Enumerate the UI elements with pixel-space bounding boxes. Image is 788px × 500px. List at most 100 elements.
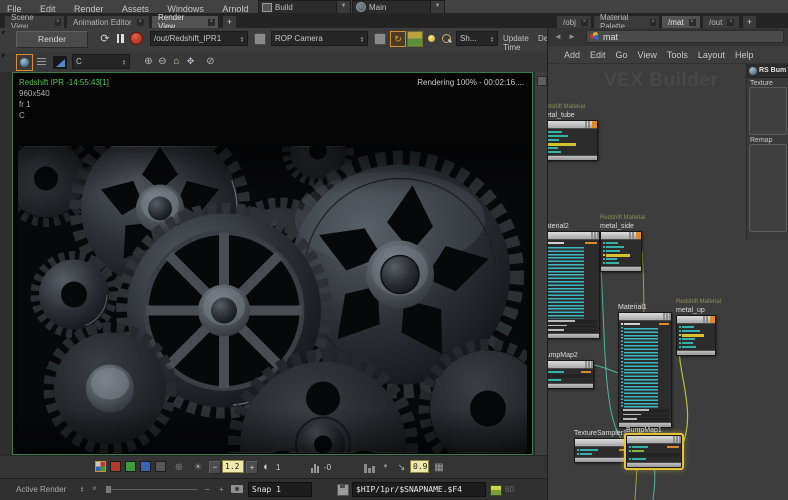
tab-scene-view[interactable]: Scene View×: [4, 15, 65, 28]
close-tab-icon[interactable]: ×: [137, 19, 144, 26]
pause-button[interactable]: [115, 33, 125, 44]
camera-jump-icon[interactable]: [373, 32, 386, 45]
zoom-in-snapshot-button[interactable]: +: [219, 485, 224, 494]
progress-slider[interactable]: [106, 489, 198, 490]
netmenu-go[interactable]: Go: [616, 50, 628, 60]
contrast-icon[interactable]: ◐: [260, 460, 273, 474]
channel-green-button[interactable]: [125, 461, 136, 472]
netmenu-help[interactable]: Help: [735, 50, 754, 60]
param-group-texture[interactable]: [749, 87, 787, 135]
gamma-field[interactable]: 0.9: [410, 460, 429, 473]
snapshot-path-field[interactable]: $HIP/1pr/$SNAPNAME.$F4: [352, 482, 486, 497]
channel-red-button[interactable]: [110, 461, 121, 472]
exposure-minus-button[interactable]: −: [209, 461, 221, 474]
channel-list-icon[interactable]: [35, 55, 49, 68]
channel-rgba-button[interactable]: [95, 461, 106, 472]
netmenu-edit[interactable]: Edit: [590, 50, 606, 60]
region-zoom-icon[interactable]: [440, 32, 452, 45]
node-header[interactable]: [548, 361, 593, 369]
snapshot-name-field[interactable]: Snap 1: [248, 482, 312, 497]
refresh-icon[interactable]: ⟳: [98, 31, 112, 46]
split-view-icon[interactable]: [52, 55, 68, 70]
node-header[interactable]: [627, 436, 681, 444]
desktop-select[interactable]: Build: [258, 0, 344, 14]
zoom-out-icon[interactable]: ⊖: [156, 54, 169, 69]
shading-mode-selector[interactable]: Sh... ▲▼: [456, 31, 498, 46]
channel-alpha-button[interactable]: [155, 461, 166, 472]
nav-back-icon[interactable]: ◄: [554, 32, 562, 41]
home-view-icon[interactable]: ⌂: [170, 54, 183, 69]
render-viewport[interactable]: Redshift IPR -14:55:43[1] Rendering 100%…: [12, 72, 533, 455]
info-icon[interactable]: ⊘: [204, 54, 217, 69]
close-tab-icon[interactable]: ×: [727, 19, 734, 26]
main-layout-select[interactable]: Main: [352, 0, 438, 14]
netmenu-tools[interactable]: Tools: [667, 50, 688, 60]
node-metal-side[interactable]: Redshift Material metal_side: [600, 215, 642, 272]
node-header[interactable]: [619, 313, 671, 321]
netmenu-add[interactable]: Add: [564, 50, 580, 60]
node-header[interactable]: [677, 316, 715, 324]
render-mode-spinner[interactable]: ▲▼: [80, 486, 84, 492]
param-group-remap[interactable]: [749, 144, 787, 232]
pixel-inspect-icon[interactable]: ⊕: [172, 460, 186, 474]
render-mode-label[interactable]: Active Render: [16, 485, 66, 494]
snapshot-camera-icon[interactable]: [231, 485, 243, 493]
tab-animation-editor[interactable]: Animation Editor×: [66, 15, 150, 28]
exposure-field[interactable]: 1.2: [222, 460, 244, 473]
node-bumpmap1[interactable]: BumpMap1: [626, 426, 682, 468]
memory-icon[interactable]: [490, 485, 502, 496]
save-snapshot-icon[interactable]: [337, 484, 349, 496]
desktop-select-arrow[interactable]: ▼: [336, 0, 351, 14]
tab-render-view[interactable]: Render View×: [151, 15, 219, 28]
network-editor[interactable]: VEX Builder Redshift Material metal_tube: [548, 64, 788, 500]
levels-icon[interactable]: [308, 461, 321, 473]
tab-mat[interactable]: /mat×: [661, 15, 701, 28]
pane-handle[interactable]: [2, 31, 6, 35]
network-path-field[interactable]: mat: [586, 30, 784, 43]
node-header[interactable]: [601, 232, 641, 240]
camera-selector[interactable]: ROP Camera ▲▼: [271, 31, 368, 46]
close-tab-icon[interactable]: ×: [689, 19, 696, 26]
rop-jump-icon[interactable]: [253, 32, 266, 45]
pane-splitter[interactable]: [534, 72, 547, 455]
exposure-icon[interactable]: ☀: [191, 460, 205, 474]
close-tab-icon[interactable]: ×: [650, 19, 656, 26]
channel-blue-button[interactable]: [140, 461, 151, 472]
node-bumpmap2[interactable]: BumpMap2: [548, 351, 594, 389]
close-tab-icon[interactable]: ×: [55, 19, 61, 26]
zoom-in-icon[interactable]: ⊕: [142, 54, 155, 69]
node-header[interactable]: [548, 121, 597, 129]
node-material2[interactable]: Material2: [548, 222, 600, 339]
fit-view-icon[interactable]: ✥: [184, 54, 197, 69]
view-sphere-toggle[interactable]: [16, 54, 33, 71]
tab-material-palette[interactable]: Material Palette×: [593, 15, 660, 28]
histogram-menu-arrow[interactable]: ▼: [381, 462, 390, 472]
clear-render-button[interactable]: ×: [92, 484, 97, 493]
lights-icon[interactable]: [425, 32, 437, 45]
exposure-plus-button[interactable]: +: [246, 461, 258, 474]
node-material1[interactable]: Material1: [618, 303, 672, 428]
render-button[interactable]: Render: [16, 31, 88, 48]
stop-render-button[interactable]: [130, 32, 143, 45]
rop-selector[interactable]: /out/Redshift_IPR1 ▲▼: [150, 31, 248, 46]
close-tab-icon[interactable]: ×: [208, 19, 215, 26]
snapshot-image-icon[interactable]: [407, 31, 423, 47]
grid-icon[interactable]: ▦: [432, 460, 446, 474]
node-metal-up[interactable]: Redshift Material metal_up: [676, 299, 716, 356]
pane-handle[interactable]: [2, 54, 6, 58]
close-tab-icon[interactable]: ×: [581, 19, 588, 26]
nav-forward-icon[interactable]: ►: [568, 32, 576, 41]
tab-out[interactable]: /out×: [702, 15, 740, 28]
netmenu-view[interactable]: View: [638, 50, 657, 60]
node-metal-tube[interactable]: Redshift Material metal_tube: [548, 104, 598, 161]
zoom-out-snapshot-button[interactable]: −: [205, 485, 210, 494]
node-header[interactable]: [548, 232, 599, 240]
gamma-curve-icon[interactable]: ↘: [395, 461, 408, 473]
parameter-panel-header[interactable]: RS Bum: [747, 64, 788, 78]
tab-obj[interactable]: /obj×: [556, 15, 592, 28]
histogram-icon[interactable]: [362, 461, 376, 473]
scrollbar-thumb[interactable]: [537, 76, 547, 86]
main-layout-arrow[interactable]: ▼: [430, 0, 445, 14]
auto-update-icon[interactable]: ↻: [390, 31, 406, 47]
plane-selector[interactable]: C ▲▼: [72, 54, 130, 69]
